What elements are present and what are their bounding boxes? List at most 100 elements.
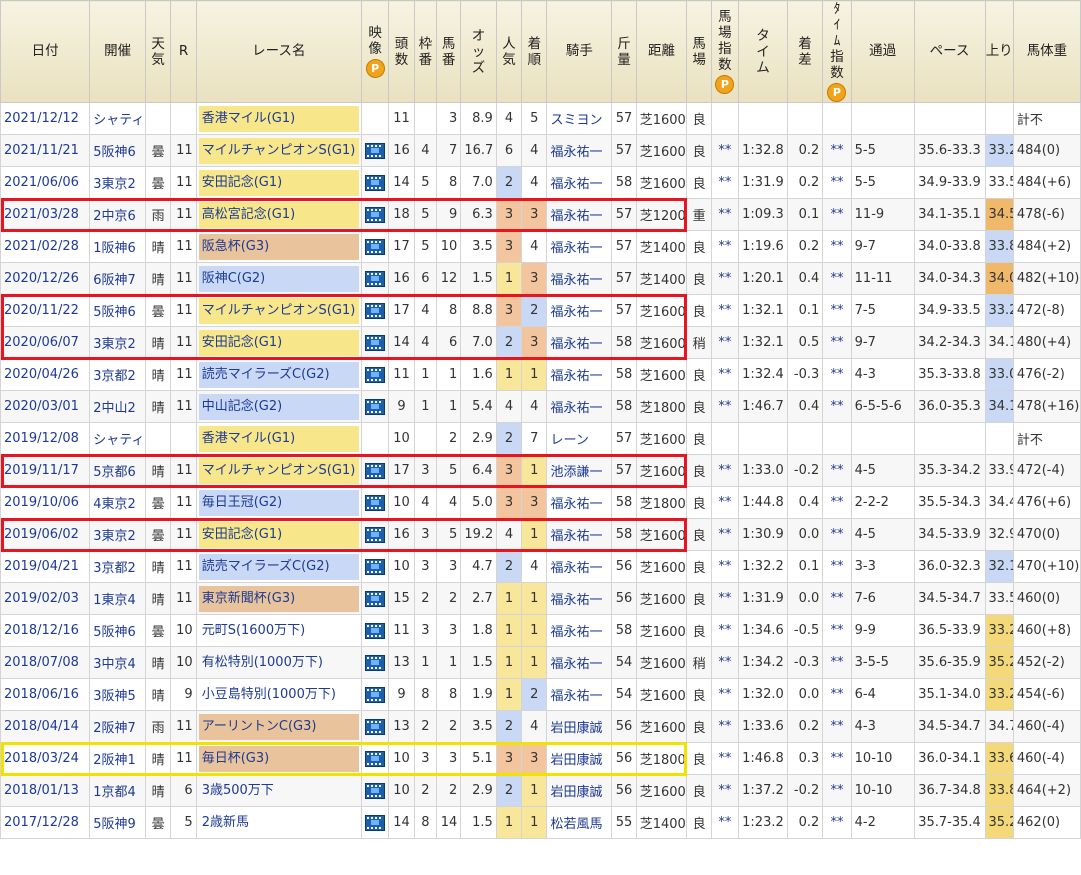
video-cell[interactable] bbox=[360, 454, 390, 487]
race-name-cell[interactable]: 有松特別(1000万下) bbox=[195, 646, 362, 679]
venue-cell[interactable]: 5阪神6 bbox=[89, 134, 146, 167]
jockey-cell[interactable]: 岩田康誠 bbox=[546, 742, 613, 775]
header-video[interactable]: 映像 P bbox=[360, 0, 390, 103]
race-name-cell[interactable]: 毎日王冠(G2) bbox=[195, 486, 362, 519]
date-cell[interactable]: 2019/12/08 bbox=[0, 422, 91, 455]
date-cell[interactable]: 2021/02/28 bbox=[0, 230, 91, 263]
video-film-icon[interactable] bbox=[365, 398, 386, 415]
header-track[interactable]: 馬場 bbox=[686, 0, 712, 103]
race-name-cell[interactable]: 読売マイラーズC(G2) bbox=[195, 358, 362, 391]
race-name-link[interactable]: 3歳500万下 bbox=[199, 778, 359, 804]
video-film-icon[interactable] bbox=[365, 238, 386, 255]
header-margin[interactable]: 着差 bbox=[786, 0, 824, 103]
video-cell[interactable] bbox=[360, 358, 390, 391]
venue-cell[interactable]: 3阪神5 bbox=[89, 678, 146, 711]
time-index-cell[interactable]: ** bbox=[822, 166, 852, 199]
header-place[interactable]: 着順 bbox=[521, 0, 548, 103]
race-name-cell[interactable]: 読売マイラーズC(G2) bbox=[195, 550, 362, 583]
time-index-cell[interactable]: ** bbox=[822, 358, 852, 391]
race-name-link[interactable]: 2歳新馬 bbox=[199, 810, 359, 836]
video-cell[interactable] bbox=[360, 614, 390, 647]
venue-cell[interactable]: 2阪神1 bbox=[89, 742, 146, 775]
video-cell[interactable] bbox=[360, 326, 390, 359]
time-index-cell[interactable]: ** bbox=[822, 806, 852, 839]
date-cell[interactable]: 2018/06/16 bbox=[0, 678, 91, 711]
race-name-link[interactable]: 読売マイラーズC(G2) bbox=[198, 553, 359, 580]
jockey-cell[interactable]: 福永祐一 bbox=[546, 614, 613, 647]
venue-cell[interactable]: 6阪神7 bbox=[89, 262, 146, 295]
track-index-cell[interactable]: ** bbox=[710, 454, 740, 487]
track-index-cell[interactable]: ** bbox=[710, 294, 740, 327]
track-index-cell[interactable]: ** bbox=[710, 678, 740, 711]
time-index-cell[interactable]: ** bbox=[822, 614, 852, 647]
video-cell[interactable] bbox=[360, 198, 390, 231]
race-name-cell[interactable]: 元町S(1600万下) bbox=[195, 614, 362, 647]
race-name-link[interactable]: 毎日王冠(G2) bbox=[198, 489, 359, 516]
race-name-link[interactable]: マイルチャンピオンS(G1) bbox=[198, 457, 359, 484]
header-popularity[interactable]: 人気 bbox=[495, 0, 523, 103]
race-name-cell[interactable]: 2歳新馬 bbox=[195, 806, 362, 839]
time-index-cell[interactable] bbox=[822, 422, 852, 455]
jockey-cell[interactable]: 福永祐一 bbox=[546, 582, 613, 615]
race-name-link[interactable]: 阪急杯(G3) bbox=[198, 233, 359, 260]
time-index-cell[interactable]: ** bbox=[822, 486, 852, 519]
time-index-cell[interactable]: ** bbox=[822, 774, 852, 807]
jockey-cell[interactable]: 福永祐一 bbox=[546, 646, 613, 679]
track-index-cell[interactable] bbox=[710, 102, 740, 135]
header-odds[interactable]: オッズ bbox=[460, 0, 497, 103]
header-runners[interactable]: 頭数 bbox=[388, 0, 415, 103]
race-name-cell[interactable]: 阪神C(G2) bbox=[195, 262, 362, 295]
track-index-cell[interactable]: ** bbox=[710, 230, 740, 263]
jockey-cell[interactable]: 福永祐一 bbox=[546, 486, 613, 519]
venue-cell[interactable]: 2中山2 bbox=[89, 390, 146, 423]
video-cell[interactable] bbox=[360, 710, 390, 743]
date-cell[interactable]: 2019/10/06 bbox=[0, 486, 91, 519]
video-film-icon[interactable] bbox=[365, 494, 386, 511]
race-name-link[interactable]: 安田記念(G1) bbox=[198, 521, 359, 548]
jockey-cell[interactable]: 岩田康誠 bbox=[546, 774, 613, 807]
header-date[interactable]: 日付 bbox=[0, 0, 91, 103]
video-film-icon[interactable] bbox=[365, 206, 386, 223]
header-time[interactable]: タイム bbox=[738, 0, 788, 103]
race-name-link[interactable]: マイルチャンピオンS(G1) bbox=[198, 137, 359, 164]
jockey-cell[interactable]: 池添謙一 bbox=[546, 454, 613, 487]
header-weather[interactable]: 天気 bbox=[144, 0, 172, 103]
race-name-cell[interactable]: マイルチャンピオンS(G1) bbox=[195, 294, 362, 327]
venue-cell[interactable]: 1京都4 bbox=[89, 774, 146, 807]
time-index-cell[interactable]: ** bbox=[822, 326, 852, 359]
video-film-icon[interactable] bbox=[365, 654, 386, 671]
venue-cell[interactable]: シャティ bbox=[89, 422, 146, 455]
time-index-cell[interactable]: ** bbox=[822, 390, 852, 423]
header-distance[interactable]: 距離 bbox=[635, 0, 688, 103]
venue-cell[interactable]: 3東京2 bbox=[89, 326, 146, 359]
video-cell[interactable] bbox=[360, 486, 390, 519]
venue-cell[interactable]: 2阪神7 bbox=[89, 710, 146, 743]
date-cell[interactable]: 2018/07/08 bbox=[0, 646, 91, 679]
track-index-cell[interactable]: ** bbox=[710, 582, 740, 615]
venue-cell[interactable]: 3中京4 bbox=[89, 646, 146, 679]
race-name-link[interactable]: 安田記念(G1) bbox=[198, 329, 359, 356]
jockey-cell[interactable]: 岩田康誠 bbox=[546, 710, 613, 743]
date-cell[interactable]: 2018/03/24 bbox=[0, 742, 91, 775]
date-cell[interactable]: 2020/04/26 bbox=[0, 358, 91, 391]
video-cell[interactable] bbox=[360, 806, 390, 839]
video-cell[interactable] bbox=[360, 294, 390, 327]
time-index-cell[interactable]: ** bbox=[822, 646, 852, 679]
video-cell[interactable] bbox=[360, 262, 390, 295]
venue-cell[interactable]: 3東京2 bbox=[89, 518, 146, 551]
track-index-cell[interactable]: ** bbox=[710, 486, 740, 519]
video-film-icon[interactable] bbox=[365, 558, 386, 575]
header-time-index[interactable]: ﾀｲﾑ指数 P bbox=[822, 0, 852, 103]
jockey-cell[interactable]: 福永祐一 bbox=[546, 326, 613, 359]
race-name-link[interactable]: 香港マイル(G1) bbox=[198, 425, 359, 452]
track-index-cell[interactable]: ** bbox=[710, 710, 740, 743]
date-cell[interactable]: 2019/04/21 bbox=[0, 550, 91, 583]
venue-cell[interactable]: 5京都6 bbox=[89, 454, 146, 487]
video-film-icon[interactable] bbox=[365, 814, 386, 831]
time-index-cell[interactable]: ** bbox=[822, 134, 852, 167]
race-name-cell[interactable]: 中山記念(G2) bbox=[195, 390, 362, 423]
video-cell[interactable] bbox=[360, 742, 390, 775]
jockey-cell[interactable]: 福永祐一 bbox=[546, 166, 613, 199]
time-index-cell[interactable]: ** bbox=[822, 550, 852, 583]
jockey-cell[interactable]: 福永祐一 bbox=[546, 550, 613, 583]
